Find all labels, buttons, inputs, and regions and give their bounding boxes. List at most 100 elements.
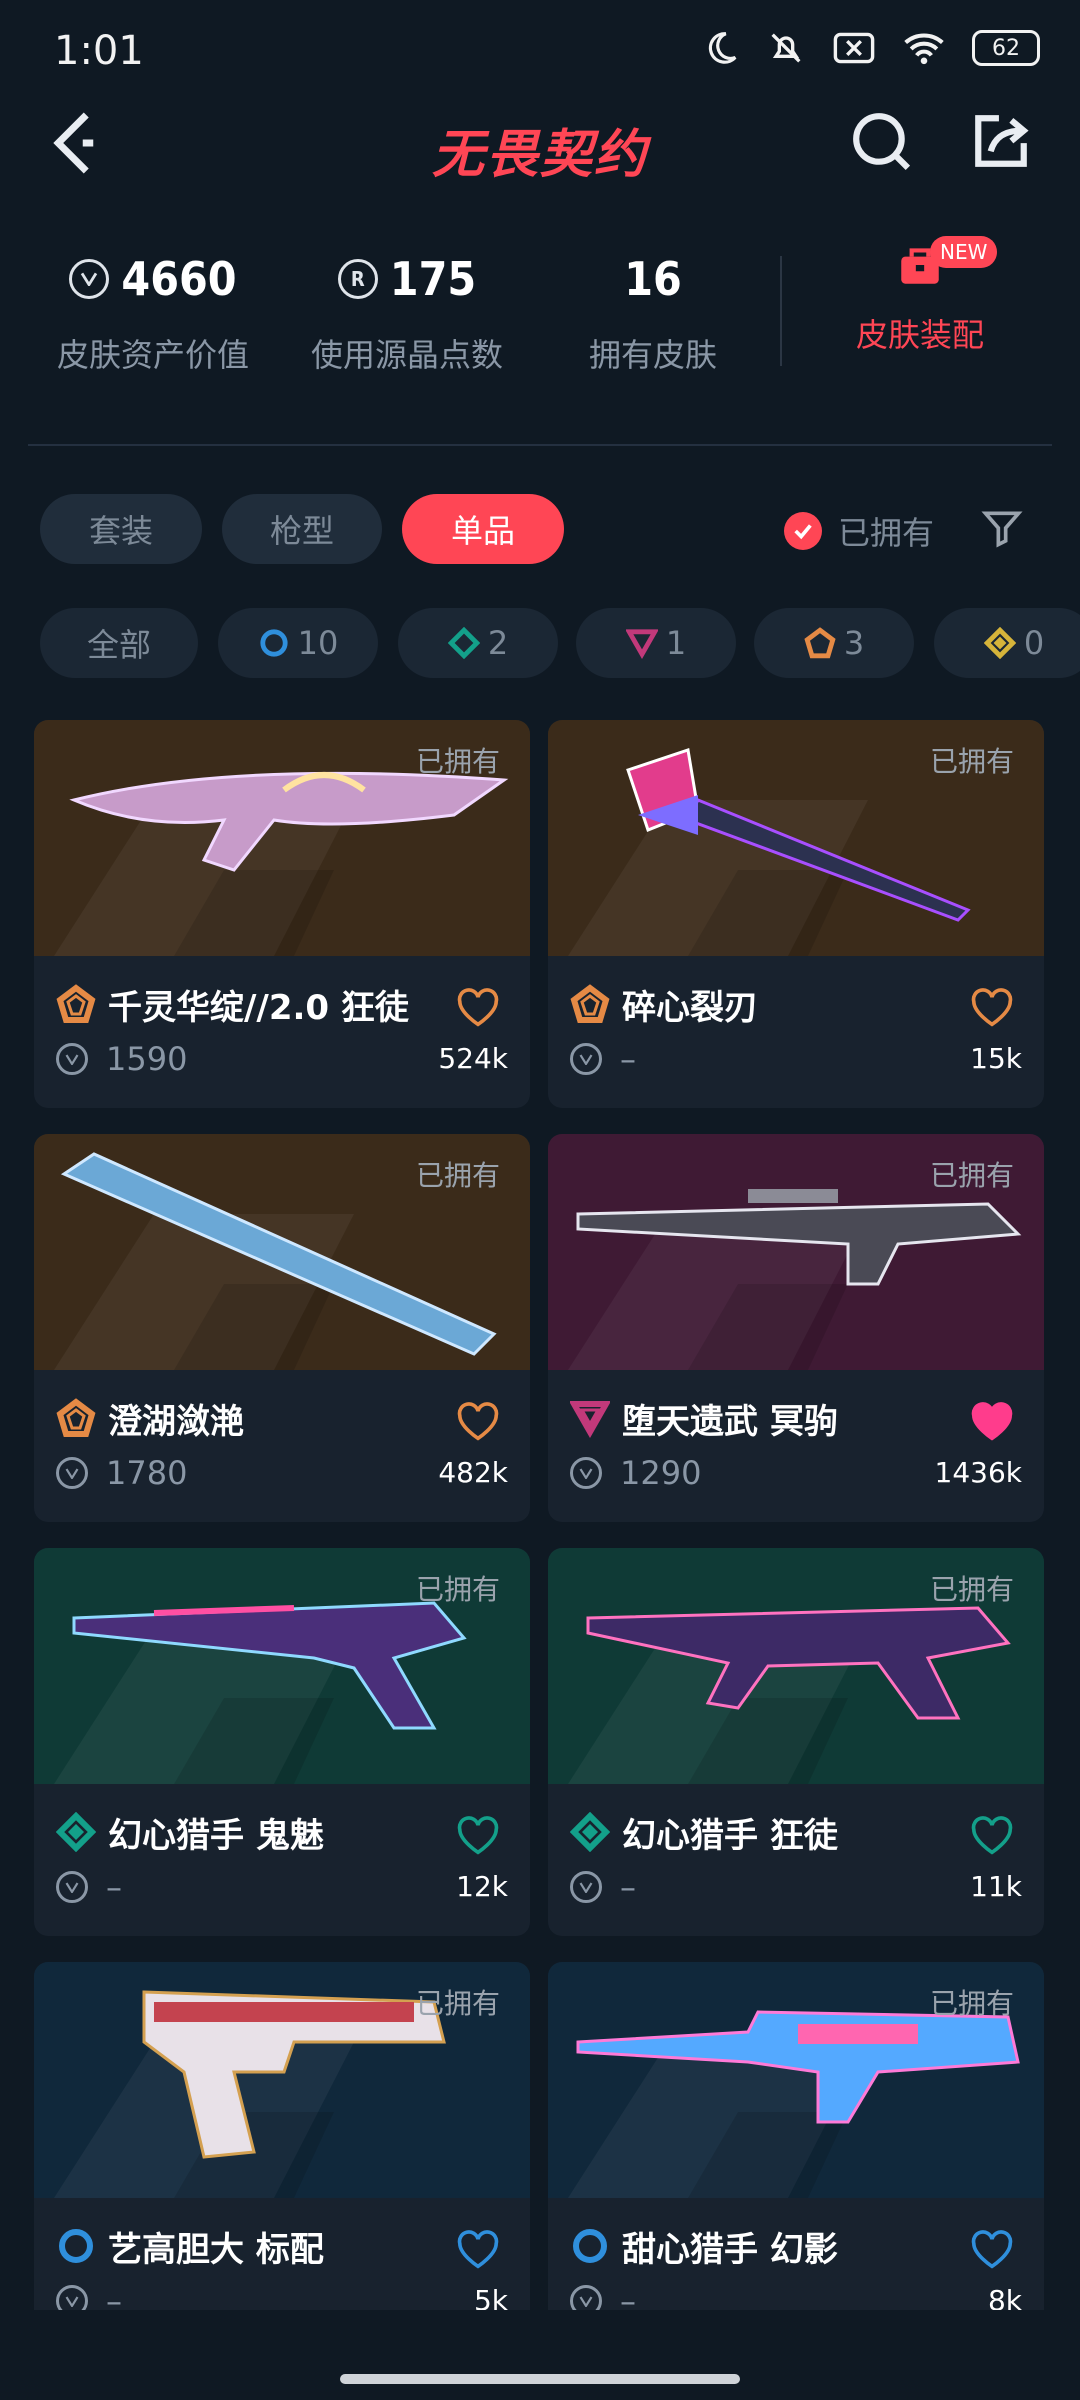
like-count: 11k: [970, 1870, 1022, 1903]
tier-icon: [573, 2229, 607, 2263]
select-tier-icon: [260, 629, 288, 657]
heart-icon[interactable]: [456, 1816, 500, 1856]
heart-icon[interactable]: [456, 2230, 500, 2270]
page-title: 无畏契约: [431, 125, 648, 185]
moon-icon: [708, 32, 737, 64]
owned-tag: 已拥有: [929, 1987, 1014, 2020]
owned-tag: 已拥有: [415, 745, 500, 778]
skin-image: 已拥有: [34, 1962, 530, 2198]
skin-price: –: [106, 1868, 122, 1906]
skin-image: 已拥有: [548, 1962, 1044, 2198]
heart-icon[interactable]: [970, 2230, 1014, 2270]
filter-icon[interactable]: [980, 506, 1024, 550]
price-row: 1290: [570, 1454, 701, 1492]
skin-name: 堕天遗武 冥驹: [622, 1402, 838, 1442]
price-row: 1590: [56, 1040, 187, 1078]
price-row: –: [570, 1868, 636, 1906]
skin-card[interactable]: 已拥有堕天遗武 冥驹 1290 1436k: [548, 1134, 1044, 1522]
deluxe-tier-icon: [447, 627, 480, 659]
skin-name: 甜心猎手 幻影: [622, 2230, 838, 2270]
skin-card[interactable]: 已拥有澄湖潋滟 1780 482k: [34, 1134, 530, 1522]
status-icons: 62: [702, 28, 1040, 68]
owned-filter-label: 已拥有: [838, 514, 935, 552]
heart-icon[interactable]: [970, 1402, 1014, 1442]
tab-weapon-type[interactable]: 枪型: [222, 494, 382, 564]
valorant-points-icon: [56, 1043, 88, 1075]
status-time: 1:01: [54, 28, 144, 74]
skin-name: 千灵华绽//2.0 狂徒: [108, 988, 409, 1028]
wifi-icon: [904, 33, 944, 65]
share-icon[interactable]: [970, 110, 1032, 172]
price-row: –: [56, 1868, 122, 1906]
valorant-points-icon: [570, 1457, 602, 1489]
tier-chip-all[interactable]: 全部: [40, 608, 198, 678]
skin-name: 艺高胆大 标配: [108, 2230, 324, 2270]
skin-name: 幻心猎手 鬼魅: [108, 1816, 324, 1856]
skin-price: –: [620, 1040, 636, 1078]
skin-price: 1290: [620, 1454, 702, 1492]
heart-icon[interactable]: [970, 1816, 1014, 1856]
skin-name: 碎心裂刃: [622, 988, 758, 1028]
tier-chip-exclusive[interactable]: 3: [754, 608, 914, 678]
loadout-label: 皮肤装配: [855, 316, 984, 354]
tier-icon: [59, 2229, 93, 2263]
skin-card[interactable]: 已拥有碎心裂刃 – 15k: [548, 720, 1044, 1108]
skin-card[interactable]: 已拥有 幻心猎手 鬼魅 – 12k: [34, 1548, 530, 1936]
skin-price: 1780: [106, 1454, 188, 1492]
valorant-points-icon: [69, 259, 110, 299]
divider: [780, 256, 782, 366]
owned-tag: 已拥有: [415, 1987, 500, 2020]
tier-chip-deluxe[interactable]: 2: [398, 608, 558, 678]
like-count: 482k: [438, 1456, 508, 1489]
skin-image: 已拥有: [548, 1134, 1044, 1370]
home-indicator[interactable]: [340, 2374, 740, 2384]
stat-label: 皮肤资产价值: [56, 336, 249, 374]
owned-tag: 已拥有: [929, 745, 1014, 778]
tier-chip-premium[interactable]: 1: [576, 608, 736, 678]
mute-icon: [771, 33, 801, 63]
new-badge: NEW: [930, 236, 998, 268]
skin-image: 已拥有: [548, 720, 1044, 956]
skin-card[interactable]: 已拥有 幻心猎手 狂徒 – 11k: [548, 1548, 1044, 1936]
skin-image: 已拥有: [34, 720, 530, 956]
skin-card[interactable]: 已拥有千灵华绽//2.0 狂徒 1590 524k: [34, 720, 530, 1108]
valorant-points-icon: [570, 1043, 602, 1075]
exclusive-tier-icon: [804, 627, 836, 659]
tier-icon: [56, 1812, 96, 1852]
search-icon[interactable]: [850, 110, 912, 172]
battery-icon: 62: [972, 30, 1040, 66]
owned-tag: 已拥有: [415, 1159, 500, 1192]
heart-icon[interactable]: [970, 988, 1014, 1028]
sim-off-icon: [833, 32, 875, 64]
tier-icon: [56, 1398, 96, 1437]
bottom-bar-bg: [0, 2310, 1080, 2400]
skin-card[interactable]: 已拥有 甜心猎手 幻影 –8k: [548, 1962, 1044, 2350]
price-row: 1780: [56, 1454, 187, 1492]
price-row: –: [570, 1040, 636, 1078]
skin-image: 已拥有: [34, 1134, 530, 1370]
divider: [28, 444, 1052, 446]
like-count: 1436k: [934, 1456, 1022, 1489]
like-count: 524k: [438, 1042, 508, 1075]
skin-price: –: [620, 1868, 636, 1906]
owned-tag: 已拥有: [929, 1159, 1014, 1192]
owned-checkbox[interactable]: 已拥有: [784, 508, 934, 554]
stat-skin-value: 4660 皮肤资产价值: [46, 252, 260, 376]
tier-chip-select[interactable]: 10: [218, 608, 378, 678]
tier-icon: [570, 984, 610, 1023]
skin-card[interactable]: 已拥有 艺高胆大 标配 –5k: [34, 1962, 530, 2350]
stat-label: 使用源晶点数: [310, 336, 503, 374]
tier-chip-ultra[interactable]: 0: [934, 608, 1080, 678]
tab-single-items[interactable]: 单品: [402, 494, 564, 564]
stat-value: 4660: [121, 252, 237, 306]
stat-owned-skins: 16 拥有皮肤: [560, 252, 746, 376]
tier-icon: [570, 1812, 610, 1852]
valorant-points-icon: [56, 1871, 88, 1903]
heart-icon[interactable]: [456, 1402, 500, 1442]
tab-sets[interactable]: 套装: [40, 494, 202, 564]
valorant-points-icon: [570, 1871, 602, 1903]
skin-name: 澄湖潋滟: [108, 1402, 244, 1442]
heart-icon[interactable]: [456, 988, 500, 1028]
stat-label: 拥有皮肤: [588, 336, 717, 374]
like-count: 15k: [970, 1042, 1022, 1075]
